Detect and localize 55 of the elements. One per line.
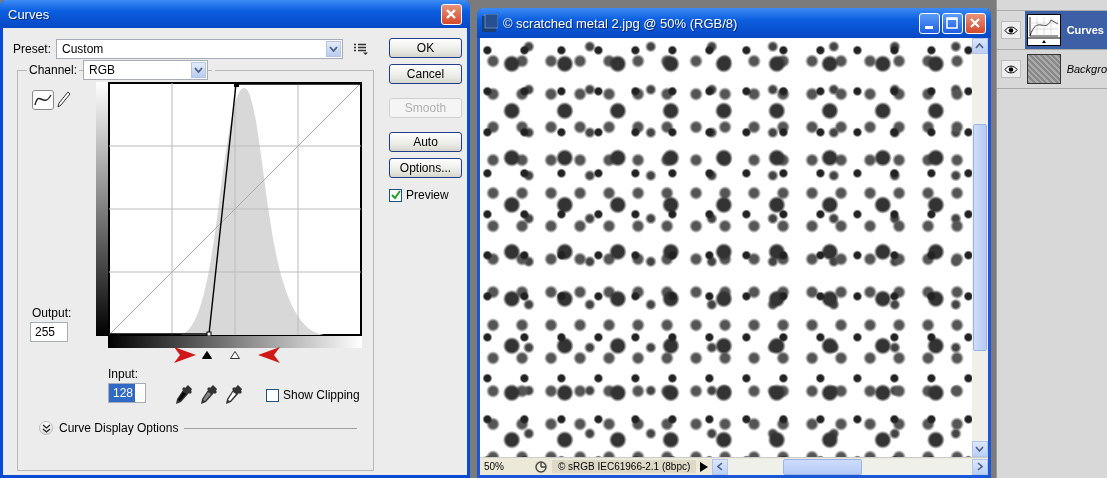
eye-icon[interactable] [1000,60,1021,78]
scroll-right-icon[interactable] [976,462,983,471]
texture-thumbnail [1026,54,1061,84]
channel-label: Channel: [27,63,80,77]
maximize-icon [946,17,959,29]
close-icon [969,17,982,29]
eyedropper-icon[interactable] [176,385,192,405]
curves-thumbnail-icon [1026,14,1061,46]
dialog-button[interactable]: Cancel [389,64,462,84]
layer-row[interactable]: Backgro [996,50,1107,89]
horizontal-scrollbar[interactable] [712,458,988,475]
slider-thumb[interactable] [230,351,240,359]
zoom-level[interactable]: 50% [479,461,530,472]
preset-menu-icon[interactable] [354,43,368,55]
input-label: Input: [108,367,140,381]
expand-button[interactable] [39,421,53,435]
channel-dropdown[interactable]: RGB [83,60,209,80]
preset-dropdown[interactable]: Custom [56,39,343,59]
close-icon [445,8,458,20]
window-title: Curves [8,6,50,22]
layer-row[interactable]: Curves [996,11,1107,50]
play-icon[interactable] [700,461,709,472]
curve-display-options-label: Curve Display Options [59,421,179,435]
scroll-down-icon[interactable] [975,446,985,452]
pencil-icon[interactable] [57,91,71,109]
show-clipping-checkbox[interactable]: Show Clipping [266,388,360,402]
input-field[interactable]: 128 [108,383,146,403]
curves-graph-drawing[interactable] [96,82,362,336]
eyedropper-icon[interactable] [201,385,217,405]
preset-label: Preset: [13,42,51,56]
document-title: © scratched metal 2.jpg @ 50% (RGB/8) [502,15,738,31]
minimize-icon [925,25,934,29]
status-menu-icon[interactable] [533,459,548,474]
app-icon [481,14,498,32]
scroll-up-icon[interactable] [975,43,985,49]
document-profile-info: © sRGB IEC61966-2.1 (8bpc) [551,460,697,473]
maximize-button[interactable] [941,12,963,34]
dialog-button[interactable]: Auto [389,132,462,152]
close-button[interactable] [964,12,986,34]
dialog-button[interactable]: OK [389,38,462,58]
arrow-icon [258,347,280,363]
slider-thumb[interactable] [202,351,213,359]
minimize-button[interactable] [918,12,940,34]
curve-tool-button[interactable] [32,90,54,110]
eyedropper-icon[interactable] [226,385,242,405]
output-field[interactable]: 255 [30,322,68,342]
close-button[interactable] [440,3,462,25]
output-label: Output: [32,306,73,320]
dialog-button[interactable]: Options... [389,158,462,178]
layer-name: Curves [1066,24,1104,36]
scroll-left-icon[interactable] [717,462,724,471]
check-icon [390,190,401,200]
eye-icon[interactable] [1000,21,1021,39]
layer-name: Backgro [1066,63,1107,75]
preview-checkbox[interactable]: Preview [389,188,462,202]
